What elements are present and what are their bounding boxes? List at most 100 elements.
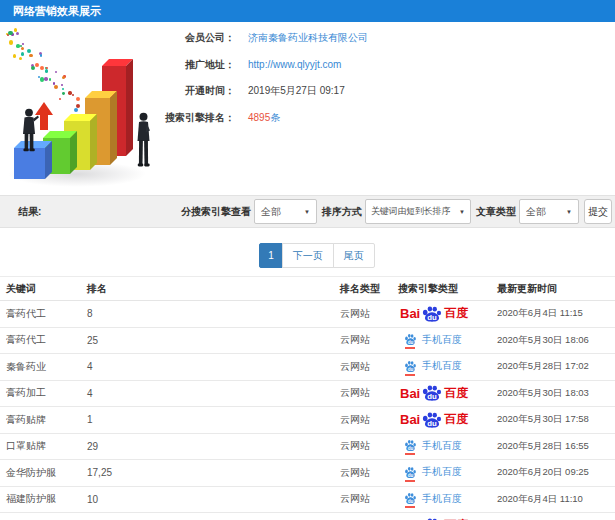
next-page-button[interactable]: 下一页 [282, 243, 334, 268]
cell-keyword: 膏药贴牌 [0, 407, 87, 434]
cell-rank[interactable]: 1 [87, 407, 340, 434]
mobile-baidu-logo: du手机百度 [404, 492, 462, 506]
mobile-baidu-paw-icon: du [404, 333, 417, 346]
businessman-figure-right [133, 112, 154, 168]
cell-rank-type: 云网站 [340, 460, 398, 487]
table-row: 口罩贴牌29云网站 du手机百度 2020年5月28日 16:55 [0, 433, 615, 460]
svg-text:du: du [427, 393, 437, 400]
result-label: 结果: [18, 205, 41, 219]
cell-rank-type: 云网站 [340, 354, 398, 381]
cell-rank-type: 云网站 [340, 486, 398, 513]
cell-keyword: 秦鲁药业 [0, 354, 87, 381]
cell-rank[interactable]: 10 [87, 486, 340, 513]
type-filter-select[interactable]: 全部 ▼ [519, 199, 579, 224]
bar-blue [14, 148, 45, 179]
cell-rank[interactable]: 29 [87, 433, 340, 460]
cell-updated: 2020年5月30日 18:06 [497, 327, 615, 354]
businessman-figure-left [19, 108, 39, 152]
engine-rank-unit: 条 [270, 112, 280, 123]
cell-rank[interactable]: 8 [87, 301, 340, 328]
pagination: 1 下一页 尾页 [10, 243, 615, 268]
svg-text:du: du [427, 420, 437, 427]
cell-updated: 2020年5月30日 18:03 [497, 380, 615, 407]
mobile-baidu-logo: du手机百度 [404, 359, 462, 373]
table-row: 膏药贴牌1云网站 Baidu百度 2020年5月30日 17:58 [0, 407, 615, 434]
cell-rank-type: 云网站 [340, 380, 398, 407]
svg-text:du: du [408, 366, 414, 371]
baidu-logo: Baidu百度 [400, 305, 468, 323]
cell-keyword: 膏药加工 [0, 380, 87, 407]
header-rank: 排名 [87, 277, 340, 301]
chevron-down-icon: ▼ [566, 209, 572, 215]
baidu-logo: Baidu百度 [400, 411, 468, 429]
cell-keyword: 金华防护服 [0, 460, 87, 487]
baidu-logo: Baidu百度 [400, 384, 468, 402]
engine-filter-select[interactable]: 全部 ▼ [254, 199, 317, 224]
table-row: 金华防护服17,25云网站 du手机百度 2020年6月20日 09:25 [0, 460, 615, 487]
cell-updated: 2020年5月28日 17:02 [497, 354, 615, 381]
svg-text:du: du [408, 446, 414, 451]
engine-filter-group: 分搜索引擎查看 全部 ▼ [181, 199, 317, 224]
chevron-down-icon: ▼ [304, 209, 310, 215]
mobile-baidu-paw-icon: du [404, 360, 417, 373]
baidu-paw-icon: du [421, 384, 443, 402]
cell-updated: 2020年6月20日 09:25 [497, 460, 615, 487]
sort-filter-select[interactable]: 关键词由短到长排序 ▼ [365, 199, 471, 224]
mobile-baidu-paw-icon: du [404, 439, 417, 452]
cell-engine-type: du手机百度 [398, 433, 497, 460]
cell-rank[interactable]: 25 [87, 327, 340, 354]
cell-rank[interactable]: 4 [87, 354, 340, 381]
cell-engine-type: du手机百度 [398, 354, 497, 381]
member-company-value[interactable]: 济南秦鲁药业科技有限公司 [248, 31, 368, 45]
open-time-value: 2019年5月27日 09:17 [248, 84, 345, 98]
cell-rank[interactable]: 17,25 [87, 460, 340, 487]
cell-rank[interactable] [87, 513, 340, 520]
svg-text:du: du [408, 499, 414, 504]
cell-updated: 2020年6月4日 11:15 [497, 301, 615, 328]
page-title: 网络营销效果展示 [0, 0, 615, 22]
cell-keyword: 福建防护服 [0, 486, 87, 513]
table-row: 福建防护服10云网站 du手机百度 2020年6月4日 11:10 [0, 486, 615, 513]
mobile-baidu-paw-icon: du [404, 466, 417, 479]
cell-engine-type: Baidu百度 [398, 407, 497, 434]
cell-keyword: 口罩贴牌 [0, 433, 87, 460]
cell-engine-type: Baidu百度 [398, 513, 497, 520]
cell-updated [497, 513, 615, 520]
table-row: Baidu百度 [0, 513, 615, 520]
baidu-paw-icon: du [421, 411, 443, 429]
engine-filter-label: 分搜索引擎查看 [181, 205, 251, 219]
table-row: 膏药代工8云网站 Baidu百度 2020年6月4日 11:15 [0, 301, 615, 328]
table-row: 膏药代工25云网站 du手机百度 2020年5月30日 18:06 [0, 327, 615, 354]
svg-text:du: du [427, 314, 437, 321]
engine-filter-value: 全部 [261, 205, 300, 219]
mobile-baidu-paw-icon: du [404, 492, 417, 505]
header-rank-type: 排名类型 [340, 277, 398, 301]
cell-updated: 2020年6月4日 11:10 [497, 486, 615, 513]
engine-rank-count: 4895 [248, 112, 270, 123]
svg-text:du: du [408, 340, 414, 345]
header-keyword: 关键词 [0, 277, 87, 301]
cell-engine-type: Baidu百度 [398, 380, 497, 407]
filter-bar: 结果: 分搜索引擎查看 全部 ▼ 排序方式 关键词由短到长排序 ▼ 文章类型 全… [0, 195, 615, 228]
last-page-button[interactable]: 尾页 [333, 243, 375, 268]
mobile-baidu-logo: du手机百度 [404, 333, 462, 347]
cell-rank[interactable]: 4 [87, 380, 340, 407]
type-filter-group: 文章类型 全部 ▼ [476, 199, 579, 224]
promo-url-value[interactable]: http://www.qlyyjt.com [248, 59, 341, 70]
page-1-button[interactable]: 1 [259, 243, 283, 268]
sort-filter-group: 排序方式 关键词由短到长排序 ▼ [322, 199, 471, 224]
sort-filter-value: 关键词由短到长排序 [371, 205, 455, 218]
cell-keyword [0, 513, 87, 520]
chart-illustration [2, 30, 157, 192]
submit-button[interactable]: 提交 [584, 199, 612, 224]
cell-updated: 2020年5月30日 17:58 [497, 407, 615, 434]
cell-engine-type: du手机百度 [398, 486, 497, 513]
cell-rank-type: 云网站 [340, 433, 398, 460]
type-filter-label: 文章类型 [476, 205, 516, 219]
mobile-baidu-logo: du手机百度 [404, 439, 462, 453]
rank-table-body: 膏药代工8云网站 Baidu百度 2020年6月4日 11:15膏药代工25云网… [0, 301, 615, 520]
cell-rank-type: 云网站 [340, 301, 398, 328]
sort-filter-label: 排序方式 [322, 205, 362, 219]
type-filter-value: 全部 [526, 205, 562, 219]
summary-section: 会员公司： 济南秦鲁药业科技有限公司 推广地址： http://www.qlyy… [0, 22, 615, 195]
